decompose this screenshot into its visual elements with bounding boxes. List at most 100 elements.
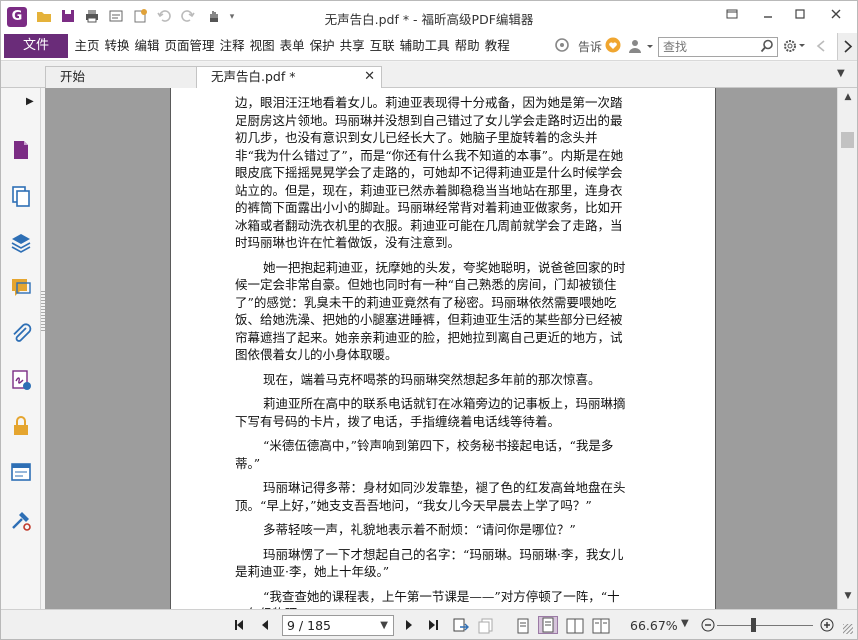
text-line: “我查查她的课程表，上午第一节课是——”对方停顿了一阵，“十: [263, 588, 620, 604]
next-page-icon[interactable]: [402, 618, 416, 632]
text-line: 冰箱或者翻动洗衣机里的衣服。莉迪亚可能在几周前就学会了走路，当: [235, 217, 623, 233]
text-line: “米德伍德高中，”铃声响到第四下，校务秘书接起电话，“我是多: [263, 438, 614, 453]
text-line: 是莉迪亚·李，她上十年级。”: [235, 564, 390, 579]
menu-comment[interactable]: 注释: [217, 33, 247, 59]
single-page-view-icon[interactable]: [516, 618, 530, 634]
restore-icon[interactable]: [721, 7, 743, 25]
minimize-icon[interactable]: [757, 7, 779, 25]
ribbon-prev-icon[interactable]: [815, 38, 827, 54]
expand-panel-icon[interactable]: ▶: [26, 96, 34, 107]
menu-accessibility[interactable]: 辅助工具: [397, 33, 452, 59]
zoom-level-text[interactable]: 66.67%: [630, 618, 678, 633]
tab-document-label: 无声告白.pdf *: [211, 69, 296, 84]
account-icon[interactable]: [627, 37, 655, 55]
menu-page-management[interactable]: 页面管理: [162, 33, 217, 59]
scroll-up-icon[interactable]: ▲: [842, 92, 854, 104]
menu-share[interactable]: 共享: [337, 33, 367, 59]
tab-list-dropdown-icon[interactable]: ▼: [837, 68, 851, 80]
menu-form[interactable]: 表单: [277, 33, 307, 59]
text-line: 的裤筒下面露出小小的脚趾。玛丽琳经常背对着莉迪亚做家务，比如开: [235, 200, 623, 215]
menu-help[interactable]: 帮助: [452, 33, 482, 59]
tell-me-icon[interactable]: [554, 37, 572, 55]
menu-connect[interactable]: 互联: [367, 33, 397, 59]
continuous-facing-view-icon[interactable]: [592, 618, 610, 634]
page-number-field[interactable]: 9 / 185 ▼: [282, 615, 394, 636]
search-input[interactable]: [659, 38, 755, 56]
page-text-content: 边，眼泪汪汪地看着女儿。莉迪亚表现得十分戒备，因为她是第一次踏 足厨房这片领地。玛…: [235, 94, 655, 609]
close-icon[interactable]: [825, 7, 847, 25]
scroll-down-icon[interactable]: ▼: [842, 591, 854, 603]
previous-view-icon[interactable]: [452, 618, 470, 632]
document-paragraph: 现在，端着马克杯喝茶的玛丽琳突然想起多年前的那次惊喜。: [235, 371, 655, 389]
menu-protect[interactable]: 保护: [307, 33, 337, 59]
page-dropdown-icon[interactable]: ▼: [376, 616, 388, 635]
maximize-icon[interactable]: [789, 7, 811, 25]
layers-icon[interactable]: [9, 230, 33, 254]
tell-me-label[interactable]: 告诉: [578, 38, 602, 55]
text-line: 玛丽琳愣了一下才想起自己的名字：“玛丽琳。玛丽琳·李，我女儿: [263, 546, 624, 562]
continuous-view-icon[interactable]: [538, 616, 558, 634]
last-page-icon[interactable]: [426, 618, 440, 632]
tab-document[interactable]: 无声告白.pdf * ✕: [196, 66, 382, 89]
pdf-page: 边，眼泪汪汪地看着女儿。莉迪亚表现得十分戒备，因为她是第一次踏 足厨房这片领地。玛…: [170, 88, 716, 609]
text-line: 边，眼泪汪汪地看着女儿。莉迪亚表现得十分戒备，因为她是第一次踏: [235, 95, 623, 110]
tab-start[interactable]: 开始: [45, 66, 197, 88]
text-line: 多蒂轻咳一声，礼貌地表示着不耐烦：“请问你是哪位？”: [263, 522, 576, 537]
zoom-dropdown-icon[interactable]: ▼: [681, 618, 689, 629]
ribbon-menu-bar: 文件 主页 转换 编辑 页面管理 注释 视图 表单 保护 共享 互联 辅助工具 …: [1, 33, 857, 61]
document-viewport[interactable]: 边，眼泪汪汪地看着女儿。莉迪亚表现得十分戒备，因为她是第一次踏 足厨房这片领地。玛…: [45, 88, 837, 609]
file-menu-button[interactable]: 文件: [4, 34, 68, 58]
menu-view[interactable]: 视图: [247, 33, 277, 59]
document-paragraph: 玛丽琳愣了一下才想起自己的名字：“玛丽琳。玛丽琳·李，我女儿是莉迪亚·李，她上十…: [235, 546, 655, 581]
page-thumbnail-icon[interactable]: [9, 138, 33, 162]
text-line: 顶。“早上好，”她支支吾吾地问，“我女儿今天早晨去上学了吗？”: [235, 497, 592, 513]
vertical-scrollbar[interactable]: ▲ ▼: [837, 88, 857, 609]
comments-icon[interactable]: [9, 276, 33, 300]
text-line: 时玛丽琳也许在忙着做饭，没有注意到。: [235, 235, 461, 250]
next-view-icon[interactable]: [477, 618, 495, 634]
text-line: 下写有号码的卡片，拨了电话，手指缠绕着电话线等待着。: [235, 413, 561, 429]
copy-pages-icon[interactable]: [9, 184, 33, 208]
document-paragraph: 玛丽琳记得多蒂：身材如同沙发靠垫，褪了色的红发高耸地盘在头 顶。“早上好，”她支支…: [235, 479, 655, 514]
text-line: 非“我为什么错过了”，而是“你还有什么我不知道的本事”。内斯是在她: [235, 147, 624, 163]
text-line: 足厨房这片领地。玛丽琳并没想到自己错过了女儿学会走路时迈出的最: [235, 112, 623, 128]
signature-icon[interactable]: [9, 368, 33, 392]
first-page-icon[interactable]: [233, 618, 247, 632]
scroll-thumb[interactable]: [841, 132, 854, 148]
attachment-icon[interactable]: [9, 322, 33, 346]
text-line: 饭、给她洗澡、把她的小腿塞进睡裤，但莉迪亚生活的某些部分已经被: [235, 312, 623, 327]
settings-gear-icon[interactable]: [782, 38, 810, 54]
menu-tutorial[interactable]: 教程: [482, 33, 512, 59]
status-bar: 9 / 185 ▼ 66.67% ▼: [1, 609, 857, 639]
menu-edit[interactable]: 编辑: [132, 33, 162, 59]
form-fields-icon[interactable]: [9, 460, 33, 484]
app-window: G ▾ 无声告白.pdf * - 福昕高级PDF编辑器 文件 主页 转换 编辑 …: [0, 0, 858, 640]
menu-home[interactable]: 主页: [72, 33, 102, 59]
resize-grip[interactable]: [843, 624, 853, 634]
text-line: 图依偎着女儿的小身体取暖。: [235, 347, 398, 362]
security-lock-icon[interactable]: [9, 414, 33, 438]
text-line: 她一把抱起莉迪亚，抚摩她的头发，夸奖她聪明，说爸爸回家的时: [263, 259, 626, 275]
search-box: [658, 37, 778, 57]
facing-view-icon[interactable]: [566, 618, 584, 634]
zoom-slider-track[interactable]: [717, 625, 813, 626]
document-paragraph: 莉迪亚所在高中的联系电话就钉在冰箱旁边的记事板上，玛丽琳摘 下写有号码的卡片，拨了…: [235, 395, 655, 430]
document-tab-strip: 开始 无声告白.pdf * ✕ ▼: [1, 62, 857, 89]
feedback-heart-icon[interactable]: [605, 37, 621, 53]
document-paragraph: “米德伍德高中，”铃声响到第四下，校务秘书接起电话，“我是多 蒂。”: [235, 437, 655, 472]
previous-page-icon[interactable]: [258, 618, 272, 632]
zoom-in-icon[interactable]: [820, 618, 834, 632]
document-paragraph: “我查查她的课程表，上午第一节课是——”对方停顿了一阵，“十一年级物理。”: [235, 588, 655, 610]
zoom-out-icon[interactable]: [701, 618, 715, 632]
ribbon-next-icon[interactable]: [837, 33, 857, 60]
text-line: 帘幕遮挡了起来。她亲亲莉迪亚的脸，把她拉到离自己更近的地方，试: [235, 329, 623, 345]
tools-icon[interactable]: [9, 508, 33, 532]
text-line: 了”的感觉：乳臭未干的莉迪亚竟然有了秘密。玛丽琳依然需要喂她吃: [235, 294, 617, 310]
title-bar: G ▾ 无声告白.pdf * - 福昕高级PDF编辑器: [1, 1, 857, 33]
menu-convert[interactable]: 转换: [102, 33, 132, 59]
tab-close-icon[interactable]: ✕: [364, 67, 375, 87]
text-line: 候一定会非常自豪。但她也同时有一种“自己熟悉的房间，门却被锁住: [235, 277, 617, 292]
search-icon[interactable]: [760, 39, 774, 53]
tab-start-label: 开始: [60, 69, 86, 84]
zoom-slider-thumb[interactable]: [750, 618, 756, 632]
